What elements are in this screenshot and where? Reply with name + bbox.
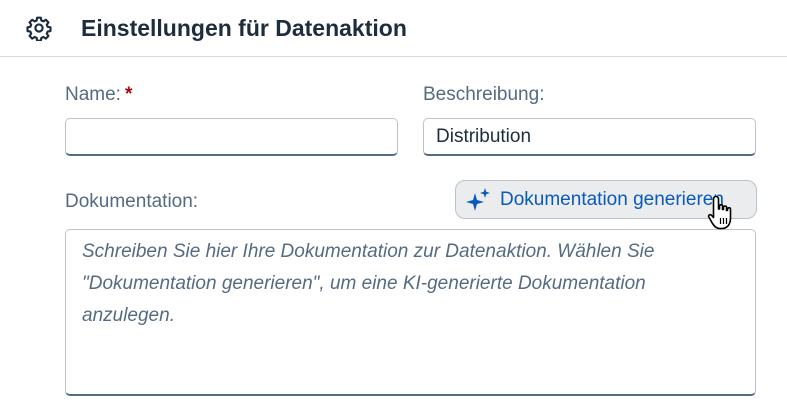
documentation-textarea[interactable]: [65, 229, 756, 396]
documentation-label: Dokumentation:: [65, 191, 199, 212]
name-label-text: Name:: [65, 84, 121, 105]
gear-icon: [26, 16, 52, 41]
name-label: Name: *: [65, 83, 132, 107]
sparkle-icon: [466, 187, 490, 211]
generate-documentation-label: Dokumentation generieren: [500, 188, 724, 210]
dialog-header: Einstellungen für Datenaktion: [0, 0, 787, 57]
required-marker: *: [124, 84, 133, 105]
generate-documentation-button[interactable]: Dokumentation generieren: [455, 180, 757, 219]
name-input[interactable]: [65, 118, 398, 156]
description-label: Beschreibung:: [423, 84, 545, 105]
description-input[interactable]: [423, 118, 756, 156]
page-title: Einstellungen für Datenaktion: [81, 15, 407, 41]
